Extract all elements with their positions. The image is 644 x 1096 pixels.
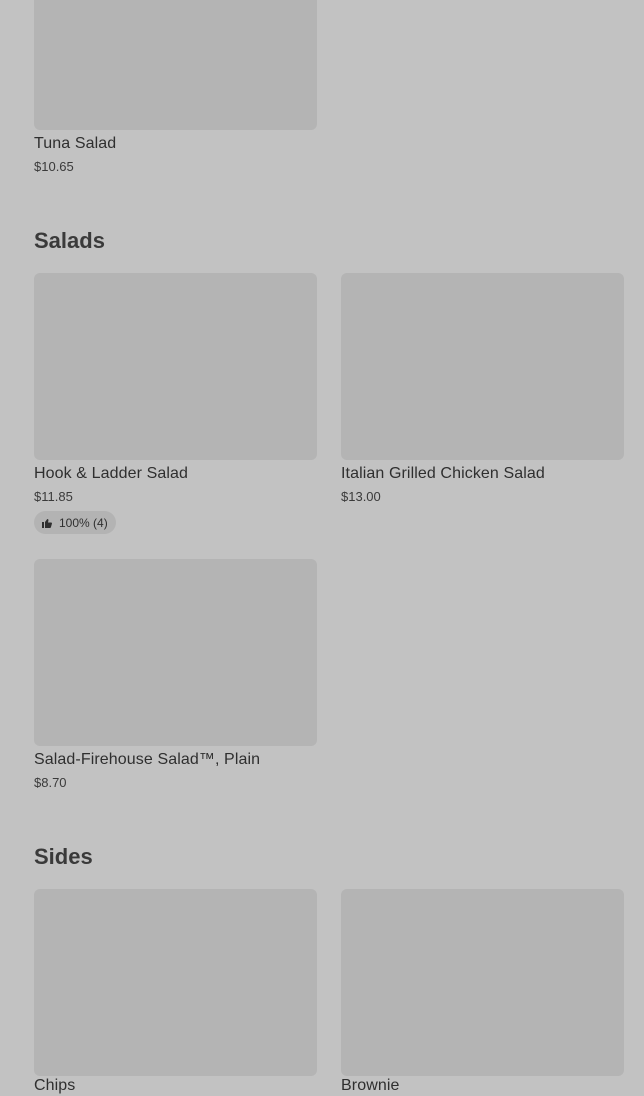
item-image [34,559,317,746]
item-image [341,273,624,460]
item-price: $8.70 [34,775,67,790]
item-image [341,889,624,1076]
rating-text: 100% (4) [59,515,108,530]
item-price: $11.85 [34,489,73,504]
section-title-sides: Sides [34,844,93,869]
menu-item-italian-grilled-chicken-salad[interactable]: Italian Grilled Chicken Salad $13.00 [341,273,624,513]
item-image [34,0,317,130]
item-name: Brownie [341,1077,400,1094]
rating-badge: 100% (4) [34,511,116,534]
menu-item-hook-ladder-salad[interactable]: Hook & Ladder Salad $11.85 100% (4) [34,273,317,538]
menu-item-salad-firehouse-plain[interactable]: Salad-Firehouse Salad™, Plain $8.70 [34,559,317,799]
item-price: $10.65 [34,159,74,174]
menu-item-tuna-salad[interactable]: Tuna Salad $10.65 [34,0,317,180]
item-name: Hook & Ladder Salad [34,465,189,482]
item-image [34,889,317,1076]
menu-item-chips[interactable]: Chips [34,889,317,1094]
section-title-salads: Salads [34,228,105,253]
item-image [34,273,317,460]
item-name: Tuna Salad [34,135,117,152]
item-name: Italian Grilled Chicken Salad [341,465,545,482]
menu-item-brownie[interactable]: Brownie [341,889,624,1094]
item-price: $13.00 [341,489,381,504]
thumbs-up-icon [41,517,53,529]
item-name: Chips [34,1077,76,1094]
item-name: Salad-Firehouse Salad™, Plain [34,751,261,768]
